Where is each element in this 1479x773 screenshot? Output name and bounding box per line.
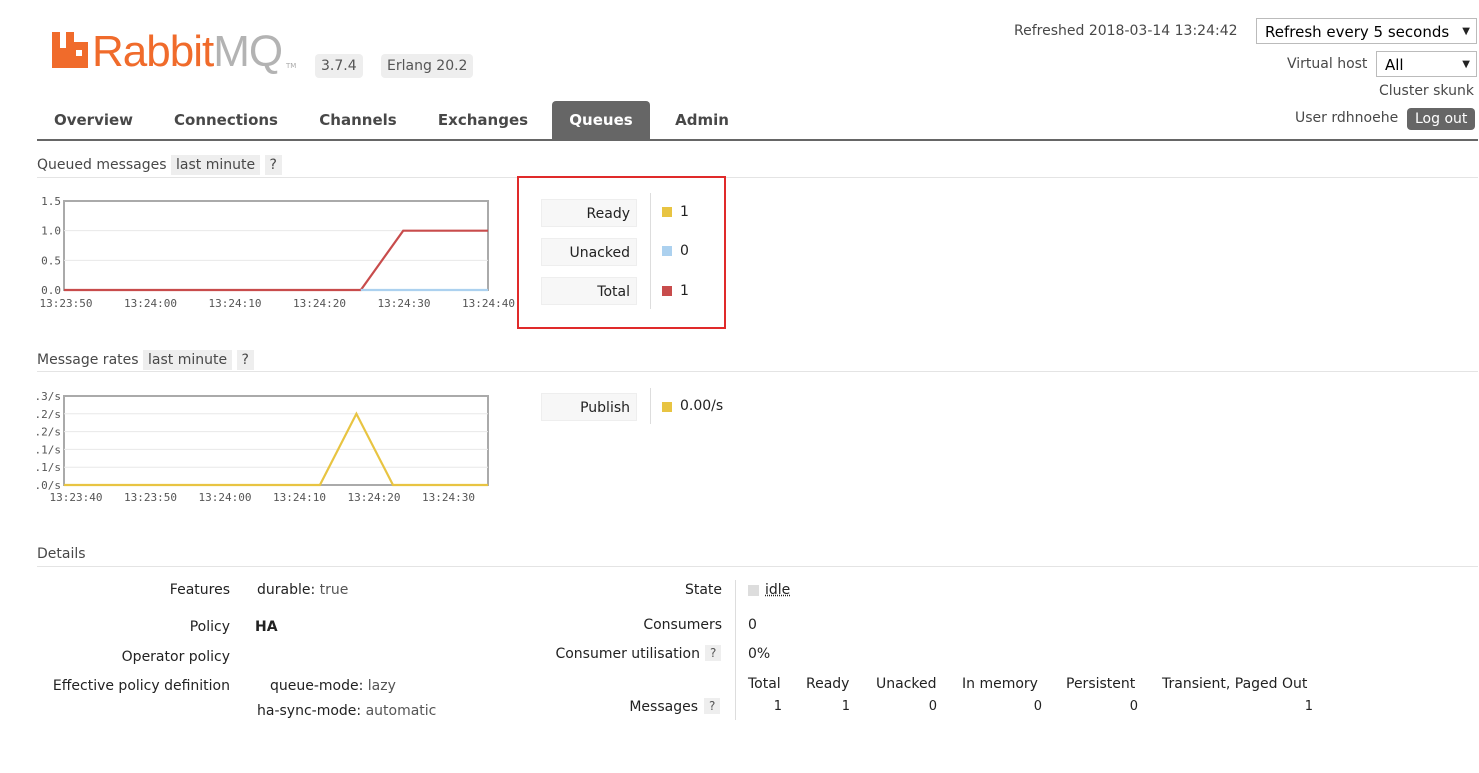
- plot-frame: [63, 200, 489, 291]
- rabbitmq-logo-icon: [52, 32, 88, 68]
- refresh-interval-select[interactable]: Refresh every 5 seconds ▼: [1256, 18, 1477, 44]
- total-swatch-icon: [662, 286, 672, 296]
- queued-messages-header: Queued messages last minute ?: [37, 155, 282, 175]
- x-tick-label: 13:24:40: [462, 297, 515, 310]
- queued-messages-chart: 1.5 1.0 0.5 0.013:23:50 13:24:00 13:24:10 13:2…: [40, 195, 515, 310]
- tab-connections[interactable]: Connections: [162, 101, 290, 139]
- x-tick-label: 13:24:10: [209, 297, 262, 310]
- y-tick-label: 0.1/s: [36, 461, 61, 474]
- policy-label: Policy: [189, 619, 230, 635]
- features-value: durable: true: [257, 582, 349, 598]
- x-tick-label: 13:23:40: [50, 491, 103, 504]
- details-separator: [735, 580, 736, 720]
- legend-total-value: 1: [680, 283, 689, 299]
- effective-queue-mode: queue-mode: lazy: [270, 678, 396, 694]
- x-tick-label: 13:24:20: [348, 491, 401, 504]
- x-tick-label: 13:24:20: [293, 297, 346, 310]
- consumers-value: 0: [748, 617, 757, 633]
- msg-value-unacked: 0: [928, 699, 937, 714]
- y-tick-label: 0.3/s: [36, 390, 61, 403]
- x-tick-label: 13:24:10: [273, 491, 326, 504]
- msg-value-transient: 1: [1304, 699, 1313, 714]
- legend-separator: [650, 193, 651, 309]
- message-rates-header: Message rates last minute ?: [37, 350, 254, 370]
- msg-header-transient: Transient, Paged Out: [1162, 676, 1308, 692]
- erlang-badge: Erlang 20.2: [381, 54, 474, 78]
- rates-help-button[interactable]: ?: [236, 350, 254, 370]
- cluster-name: Cluster skunk: [1379, 83, 1474, 99]
- section-divider: [37, 177, 1478, 178]
- msg-value-total: 1: [773, 699, 782, 714]
- y-tick-label: 1.5: [41, 195, 61, 208]
- tab-exchanges[interactable]: Exchanges: [423, 101, 543, 139]
- x-tick-label: 13:24:30: [378, 297, 431, 310]
- virtual-host-label: Virtual host: [1287, 56, 1368, 72]
- tab-queues[interactable]: Queues: [552, 101, 650, 139]
- legend-unacked-value: 0: [680, 243, 689, 259]
- logo-text: RabbitMQ: [92, 27, 283, 76]
- y-tick-label: 0.2/s: [36, 408, 61, 421]
- policy-value-link[interactable]: HA: [255, 619, 278, 635]
- legend-ready-value: 1: [680, 204, 689, 220]
- rates-range-selector[interactable]: last minute: [143, 350, 233, 370]
- queued-range-selector[interactable]: last minute: [171, 155, 261, 175]
- section-divider: [37, 371, 1478, 372]
- legend-ready-label: Ready: [541, 199, 637, 227]
- version-badge: 3.7.4: [315, 54, 363, 78]
- x-tick-label: 13:23:50: [124, 491, 177, 504]
- refreshed-timestamp: Refreshed 2018-03-14 13:24:42: [1014, 23, 1238, 39]
- messages-label: Messages: [629, 699, 698, 715]
- msg-header-ready: Ready: [806, 676, 850, 692]
- state-value: idle: [765, 582, 791, 598]
- effective-policy-label: Effective policy definition: [52, 678, 230, 694]
- tab-overview[interactable]: Overview: [37, 101, 150, 139]
- msg-value-persistent: 0: [1129, 699, 1138, 714]
- consumers-label: Consumers: [643, 617, 722, 633]
- unacked-swatch-icon: [662, 246, 672, 256]
- x-tick-label: 13:24:00: [199, 491, 252, 504]
- x-tick-label: 13:24:00: [124, 297, 177, 310]
- msg-value-in-memory: 0: [1033, 699, 1042, 714]
- logo-trademark: TM: [286, 62, 297, 70]
- section-divider: [37, 566, 1478, 567]
- effective-ha-sync-mode: ha-sync-mode: automatic: [257, 703, 437, 719]
- virtual-host-select[interactable]: All ▼: [1376, 51, 1477, 77]
- features-label: Features: [169, 582, 230, 598]
- main-nav-tabs: Overview Connections Channels Exchanges …: [37, 101, 1478, 141]
- dropdown-arrow-icon: ▼: [1462, 59, 1470, 70]
- legend-publish-label: Publish: [541, 393, 637, 421]
- legend-separator: [650, 388, 651, 424]
- y-tick-label: 0.1/s: [36, 443, 61, 456]
- state-label: State: [684, 582, 722, 598]
- msg-value-ready: 1: [841, 699, 850, 714]
- y-tick-label: 0.2/s: [36, 426, 61, 439]
- x-tick-label: 13:24:30: [422, 491, 475, 504]
- y-tick-label: 1.0: [41, 225, 61, 238]
- legend-total-label: Total: [541, 277, 637, 305]
- msg-header-in-memory: In memory: [962, 676, 1038, 692]
- consumer-utilisation-label: Consumer utilisation: [555, 646, 700, 662]
- legend-publish-value: 0.00/s: [680, 398, 724, 414]
- ready-swatch-icon: [662, 207, 672, 217]
- details-header: Details: [37, 546, 86, 562]
- legend-unacked-label: Unacked: [541, 238, 637, 266]
- dropdown-arrow-icon: ▼: [1462, 26, 1470, 37]
- tab-admin[interactable]: Admin: [663, 101, 741, 139]
- operator-policy-label: Operator policy: [121, 649, 230, 665]
- plot-frame: [63, 395, 489, 486]
- consumer-utilisation-value: 0%: [748, 646, 771, 662]
- publish-swatch-icon: [662, 402, 672, 412]
- y-tick-label: 0.5: [41, 254, 61, 267]
- tab-channels[interactable]: Channels: [303, 101, 413, 139]
- msg-header-unacked: Unacked: [876, 676, 937, 692]
- state-idle-icon: [748, 585, 759, 596]
- queued-help-button[interactable]: ?: [264, 155, 282, 175]
- message-rates-chart: 0.3/s0.2/s0.2/s0.1/s0.1/s0.0/s13:23:4013…: [36, 390, 489, 504]
- x-tick-label: 13:23:50: [40, 297, 93, 310]
- utilisation-help-button[interactable]: ?: [705, 645, 722, 661]
- y-tick-label: 0.0: [41, 284, 61, 297]
- msg-header-total: Total: [748, 676, 781, 692]
- messages-help-button[interactable]: ?: [704, 698, 721, 714]
- msg-header-persistent: Persistent: [1066, 676, 1136, 692]
